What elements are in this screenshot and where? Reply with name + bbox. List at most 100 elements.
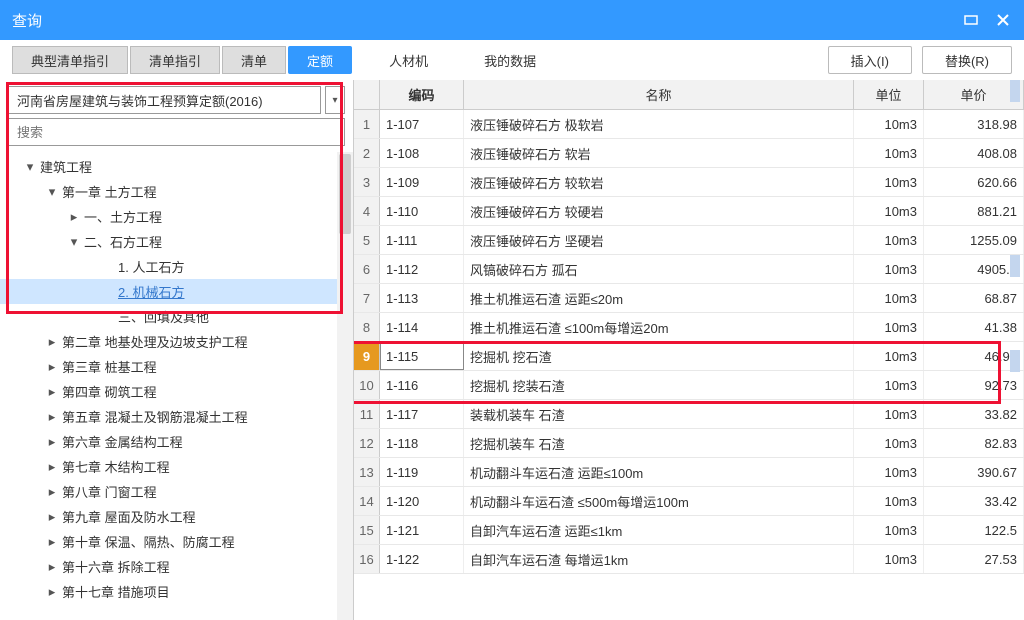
table-row[interactable]: 31-109液压锤破碎石方 较软岩10m3620.66 [354, 168, 1024, 197]
cell-name: 挖掘机装车 石渣 [464, 429, 854, 457]
tree-item[interactable]: ▸第十章 保温、隔热、防腐工程 [0, 529, 353, 554]
tree-item[interactable]: ▸第十七章 措施项目 [0, 579, 353, 604]
col-name[interactable]: 名称 [464, 80, 854, 109]
chevron-right-icon[interactable]: ▸ [66, 209, 82, 225]
tree-item[interactable]: ▸一、土方工程 [0, 204, 353, 229]
chevron-down-icon[interactable]: ▾ [66, 234, 82, 250]
tree-item[interactable]: ▸第二章 地基处理及边坡支护工程 [0, 329, 353, 354]
table-row[interactable]: 161-122自卸汽车运石渣 每增运1km10m327.53 [354, 545, 1024, 574]
cell-price: 390.67 [924, 458, 1024, 486]
tree-item[interactable]: ▸第十六章 拆除工程 [0, 554, 353, 579]
tree-item[interactable]: 1. 人工石方 [0, 254, 353, 279]
chevron-right-icon[interactable]: ▸ [44, 334, 60, 350]
sidebar-scrollbar[interactable] [337, 152, 353, 620]
col-price[interactable]: 单价 [924, 80, 1024, 109]
tree-item[interactable]: ▾第一章 土方工程 [0, 179, 353, 204]
grid-header: 编码 名称 单位 单价 [354, 80, 1024, 110]
table-row[interactable]: 151-121自卸汽车运石渣 运距≤1km10m3122.5 [354, 516, 1024, 545]
chevron-down-icon[interactable]: ▾ [22, 159, 38, 175]
tab-1[interactable]: 清单指引 [130, 46, 220, 74]
cell-rownum: 8 [354, 313, 380, 341]
cell-rownum: 11 [354, 400, 380, 428]
insert-button[interactable]: 插入(I) [828, 46, 912, 74]
cell-code: 1-121 [380, 516, 464, 544]
titlebar-buttons [962, 11, 1012, 29]
grid-body[interactable]: 11-107液压锤破碎石方 极软岩10m3318.9821-108液压锤破碎石方… [354, 110, 1024, 620]
table-row[interactable]: 51-111液压锤破碎石方 坚硬岩10m31255.09 [354, 226, 1024, 255]
tree-item[interactable]: ▸第六章 金属结构工程 [0, 429, 353, 454]
col-unit[interactable]: 单位 [854, 80, 924, 109]
table-row[interactable]: 91-115挖掘机 挖石渣10m346.99 [354, 342, 1024, 371]
window-title: 查询 [12, 10, 42, 31]
chevron-right-icon[interactable]: ▸ [44, 434, 60, 450]
chevron-right-icon[interactable]: ▸ [44, 509, 60, 525]
cell-code: 1-108 [380, 139, 464, 167]
table-row[interactable]: 61-112风镐破碎石方 孤石10m34905.3 [354, 255, 1024, 284]
toolbar: 典型清单指引清单指引清单定额人材机我的数据 插入(I) 替换(R) [0, 40, 1024, 80]
table-row[interactable]: 21-108液压锤破碎石方 软岩10m3408.08 [354, 139, 1024, 168]
cell-code: 1-114 [380, 313, 464, 341]
tree-item[interactable]: ▾二、石方工程 [0, 229, 353, 254]
tree-view[interactable]: ▾建筑工程▾第一章 土方工程▸一、土方工程▾二、石方工程1. 人工石方2. 机械… [0, 152, 353, 620]
cell-name: 液压锤破碎石方 极软岩 [464, 110, 854, 138]
table-row[interactable]: 111-117装载机装车 石渣10m333.82 [354, 400, 1024, 429]
table-row[interactable]: 11-107液压锤破碎石方 极软岩10m3318.98 [354, 110, 1024, 139]
tree-item[interactable]: ▸第七章 木结构工程 [0, 454, 353, 479]
tab-2[interactable]: 清单 [222, 46, 286, 74]
dropdown-toggle[interactable]: ▾ [325, 86, 345, 114]
cell-unit: 10m3 [854, 313, 924, 341]
tree-item[interactable]: 2. 机械石方 [0, 279, 353, 304]
tree-label: 第二章 地基处理及边坡支护工程 [60, 332, 248, 351]
replace-button[interactable]: 替换(R) [922, 46, 1012, 74]
sidebar: 河南省房屋建筑与装饰工程预算定额(2016) ▾ ▾建筑工程▾第一章 土方工程▸… [0, 80, 354, 620]
tab-0[interactable]: 典型清单指引 [12, 46, 128, 74]
chevron-right-icon[interactable]: ▸ [44, 584, 60, 600]
chevron-right-icon[interactable]: ▸ [44, 559, 60, 575]
cell-price: 881.21 [924, 197, 1024, 225]
close-button[interactable] [994, 11, 1012, 29]
table-row[interactable]: 131-119机动翻斗车运石渣 运距≤100m10m3390.67 [354, 458, 1024, 487]
chevron-down-icon: ▾ [332, 95, 337, 106]
search-input[interactable] [8, 118, 345, 146]
tree-label: 建筑工程 [38, 157, 92, 176]
tab-3[interactable]: 定额 [288, 46, 352, 74]
scrollbar-thumb[interactable] [339, 154, 351, 234]
table-row[interactable]: 101-116挖掘机 挖装石渣10m392.73 [354, 371, 1024, 400]
chevron-right-icon[interactable]: ▸ [44, 359, 60, 375]
chevron-right-icon[interactable]: ▸ [44, 484, 60, 500]
cell-code: 1-117 [380, 400, 464, 428]
chevron-right-icon[interactable]: ▸ [44, 384, 60, 400]
tree-item[interactable]: ▸第五章 混凝土及钢筋混凝土工程 [0, 404, 353, 429]
dropdown-row: 河南省房屋建筑与装饰工程预算定额(2016) ▾ [0, 80, 353, 118]
table-row[interactable]: 71-113推土机推运石渣 运距≤20m10m368.87 [354, 284, 1024, 313]
tree-item[interactable]: ▾建筑工程 [0, 154, 353, 179]
tree-item[interactable]: 三、回填及其他 [0, 304, 353, 329]
tree-item[interactable]: ▸第九章 屋面及防水工程 [0, 504, 353, 529]
chevron-down-icon[interactable]: ▾ [44, 184, 60, 200]
tree-item[interactable]: ▸第四章 砌筑工程 [0, 379, 353, 404]
col-code[interactable]: 编码 [380, 80, 464, 109]
table-row[interactable]: 41-110液压锤破碎石方 较硬岩10m3881.21 [354, 197, 1024, 226]
cell-name: 液压锤破碎石方 较硬岩 [464, 197, 854, 225]
table-row[interactable]: 121-118挖掘机装车 石渣10m382.83 [354, 429, 1024, 458]
chevron-right-icon[interactable]: ▸ [44, 534, 60, 550]
cell-code: 1-110 [380, 197, 464, 225]
chevron-right-icon[interactable]: ▸ [44, 459, 60, 475]
tab-5[interactable]: 我的数据 [465, 46, 555, 74]
chevron-right-icon[interactable]: ▸ [44, 409, 60, 425]
cell-unit: 10m3 [854, 168, 924, 196]
cell-unit: 10m3 [854, 342, 924, 370]
quota-dropdown[interactable]: 河南省房屋建筑与装饰工程预算定额(2016) [8, 86, 321, 114]
cell-price: 68.87 [924, 284, 1024, 312]
table-row[interactable]: 81-114推土机推运石渣 ≤100m每增运20m10m341.38 [354, 313, 1024, 342]
tab-4[interactable]: 人材机 [370, 46, 447, 74]
tree-item[interactable]: ▸第三章 桩基工程 [0, 354, 353, 379]
tree-label: 第九章 屋面及防水工程 [60, 507, 196, 526]
tree-item[interactable]: ▸第八章 门窗工程 [0, 479, 353, 504]
table-row[interactable]: 141-120机动翻斗车运石渣 ≤500m每增运100m10m333.42 [354, 487, 1024, 516]
main-area: 河南省房屋建筑与装饰工程预算定额(2016) ▾ ▾建筑工程▾第一章 土方工程▸… [0, 80, 1024, 620]
minimize-button[interactable] [962, 11, 980, 29]
cell-name: 自卸汽车运石渣 运距≤1km [464, 516, 854, 544]
cell-unit: 10m3 [854, 139, 924, 167]
cell-rownum: 2 [354, 139, 380, 167]
